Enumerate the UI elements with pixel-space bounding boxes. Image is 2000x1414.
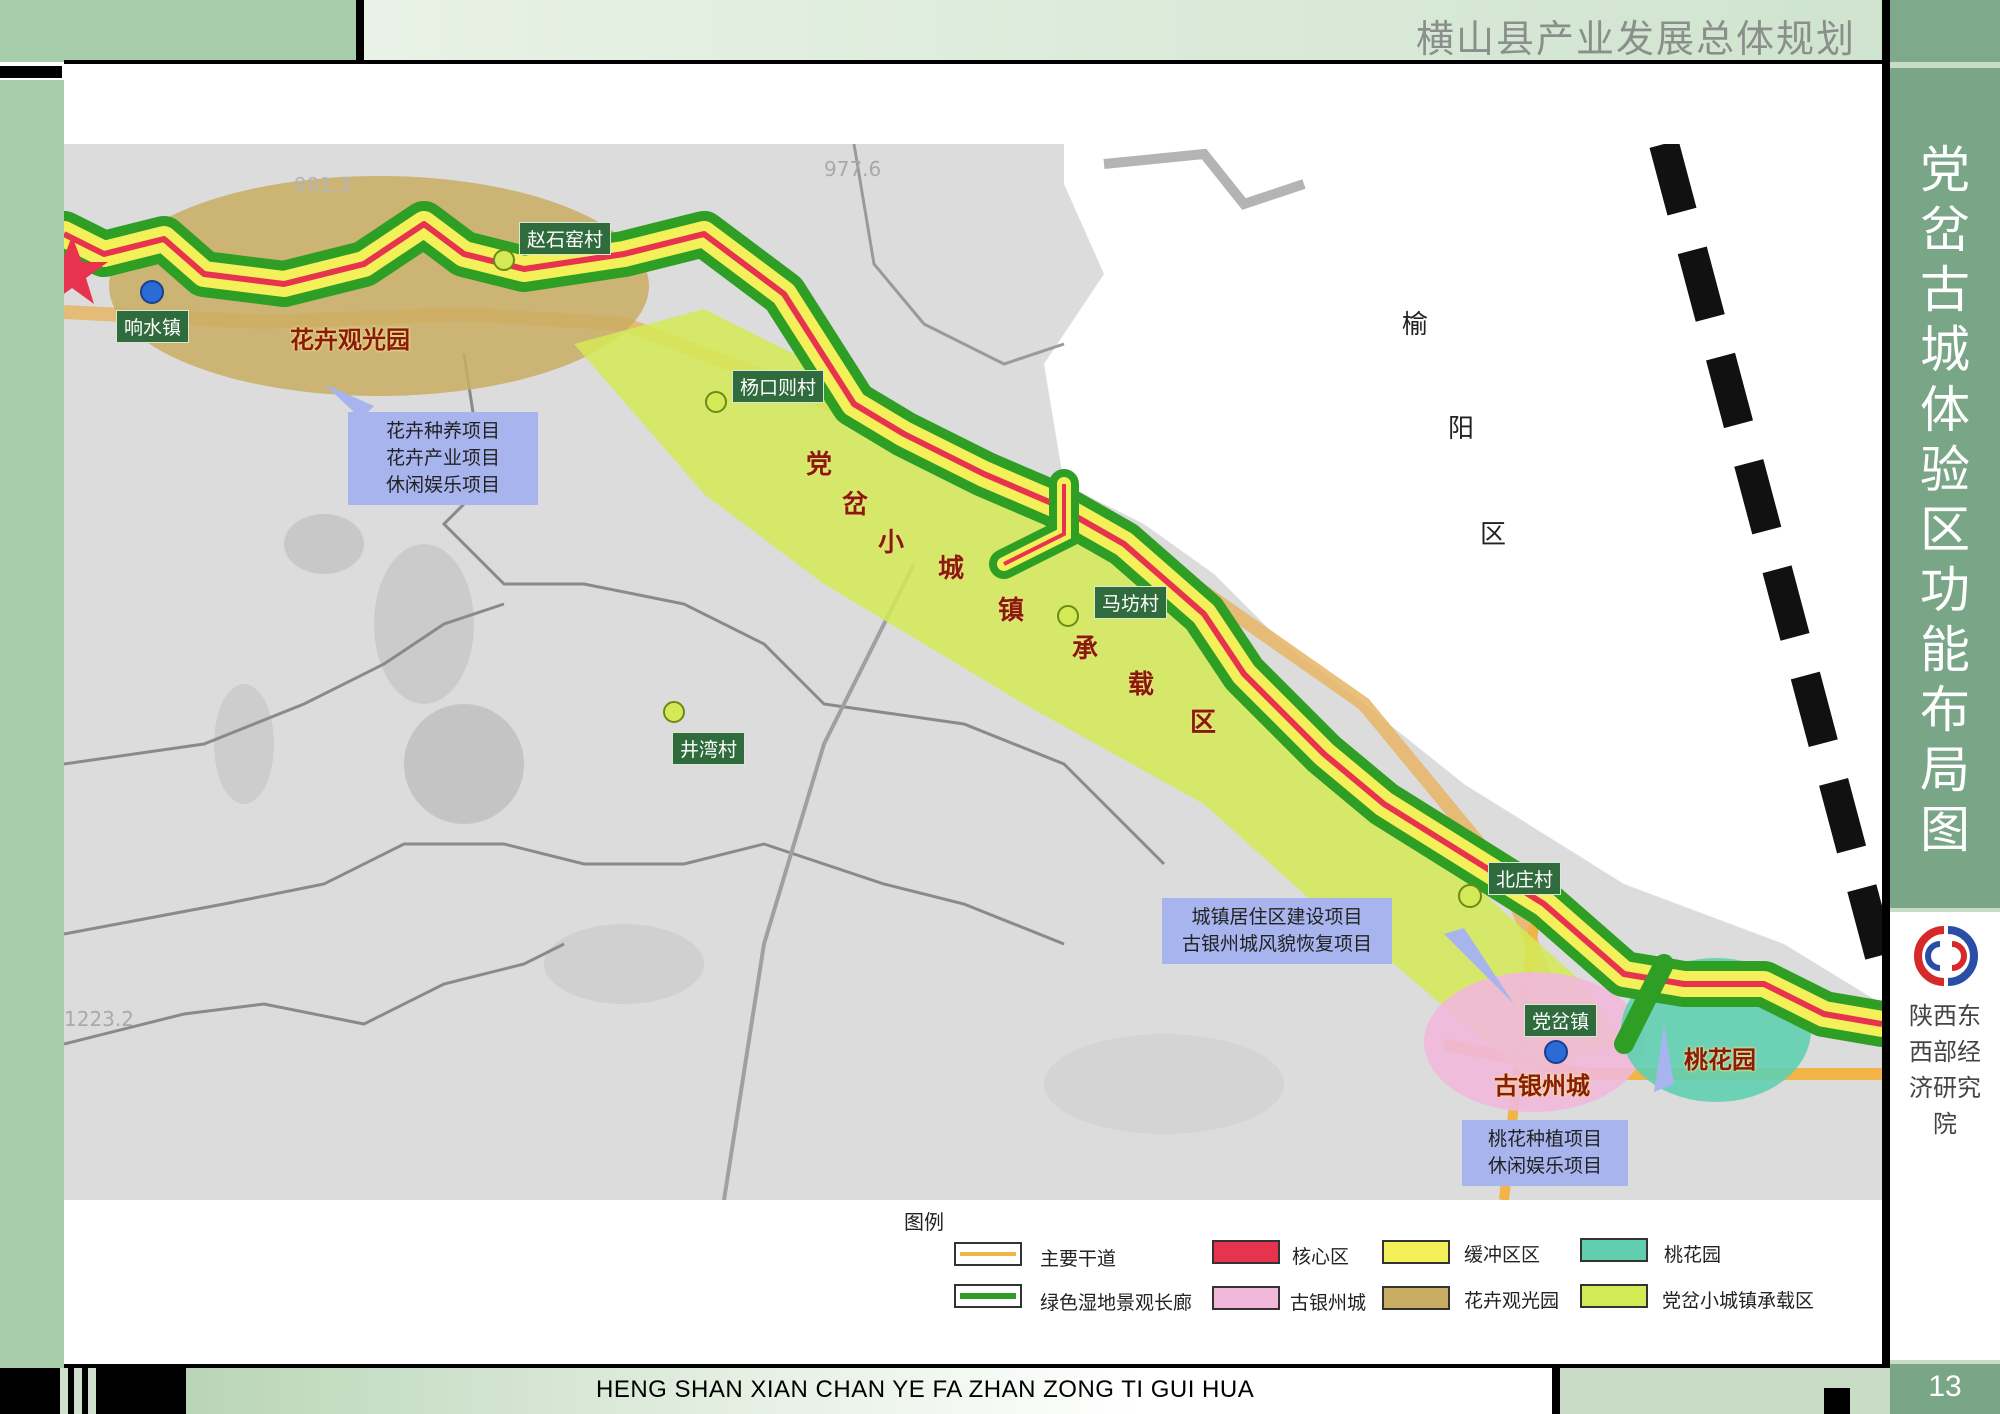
elevation-label: 991.3 bbox=[294, 173, 351, 197]
institute-logo-icon bbox=[1914, 926, 1978, 986]
left-bar-accent bbox=[0, 66, 62, 78]
village-dot[interactable] bbox=[705, 391, 727, 413]
town-label-xiangshui[interactable]: 响水镇 bbox=[116, 310, 190, 343]
footer-stripe bbox=[74, 1368, 82, 1414]
callout-line: 花卉种养项目 bbox=[385, 420, 500, 442]
village-dot[interactable] bbox=[493, 249, 515, 271]
map-title: 党岔古城体验区功能布局图 bbox=[1920, 141, 1970, 859]
region-char: 榆 bbox=[1402, 310, 1429, 340]
legend-swatch-peach bbox=[1580, 1238, 1648, 1262]
callout-line: 桃花种植项目 bbox=[1487, 1128, 1602, 1150]
legend-label: 绿色湿地景观长廊 bbox=[1040, 1292, 1193, 1314]
zone-char: 区 bbox=[1190, 708, 1217, 738]
callout-peach-projects: 桃花种植项目 休闲娱乐项目 bbox=[1462, 1120, 1628, 1186]
village-label-zhaoshiyao[interactable]: 赵石窑村 bbox=[519, 222, 612, 255]
callout-line: 休闲娱乐项目 bbox=[385, 474, 500, 496]
legend-swatch-wetland bbox=[954, 1284, 1022, 1308]
terrain-patch bbox=[214, 684, 274, 804]
village-dot[interactable] bbox=[1057, 605, 1079, 627]
footer-stripe bbox=[60, 1368, 68, 1414]
legend-swatch-ancient-city bbox=[1212, 1286, 1280, 1310]
header-strip-left bbox=[0, 0, 356, 62]
elevation-label: 1223.2 bbox=[64, 1007, 134, 1031]
village-label-mafang[interactable]: 马坊村 bbox=[1094, 586, 1168, 619]
village-label-beizhuang[interactable]: 北庄村 bbox=[1488, 862, 1562, 895]
map[interactable]: 977.6 991.3 1223.2 赵石窑村 杨口则村 马坊村 井湾村 北庄村… bbox=[64, 144, 1882, 1200]
right-top-block bbox=[1890, 0, 2000, 62]
town-dot[interactable] bbox=[140, 280, 164, 304]
header-divider bbox=[356, 0, 364, 62]
legend-label: 主要干道 bbox=[1040, 1248, 1117, 1270]
terrain-patch bbox=[1044, 1034, 1284, 1134]
callout-line: 城镇居住区建设项目 bbox=[1191, 906, 1363, 928]
institute-name: 陕西东西部经济研究院 bbox=[1909, 1002, 1981, 1138]
village-dot[interactable] bbox=[663, 701, 685, 723]
right-divider bbox=[1882, 0, 1890, 1414]
elevation-label: 977.6 bbox=[824, 157, 881, 181]
region-char: 阳 bbox=[1448, 414, 1475, 444]
zone-char: 镇 bbox=[998, 596, 1025, 626]
page-number: 13 bbox=[1928, 1370, 1962, 1403]
callout-town-projects: 城镇居住区建设项目 古银州城风貌恢复项目 bbox=[1162, 898, 1392, 964]
village-label-jingwan[interactable]: 井湾村 bbox=[672, 732, 746, 765]
zone-label-peach-garden: 桃花园 bbox=[1684, 1046, 1756, 1074]
legend-swatch-flower-park bbox=[1382, 1286, 1450, 1310]
zone-char: 城 bbox=[938, 554, 965, 584]
zone-label-flower-park: 花卉观光园 bbox=[290, 326, 410, 354]
legend-label: 缓冲区区 bbox=[1464, 1244, 1541, 1266]
document-title: 横山县产业发展总体规划 bbox=[1415, 17, 1856, 61]
zone-char: 岔 bbox=[842, 490, 869, 520]
zone-char: 承 bbox=[1072, 634, 1099, 664]
zone-label-ancient-city: 古银州城 bbox=[1494, 1072, 1590, 1100]
legend-swatch-small-town bbox=[1580, 1284, 1648, 1308]
village-label-yangkouze[interactable]: 杨口则村 bbox=[732, 370, 825, 403]
callout-flower-projects: 花卉种养项目 花卉产业项目 休闲娱乐项目 bbox=[348, 412, 538, 505]
callout-line: 休闲娱乐项目 bbox=[1487, 1155, 1602, 1177]
legend-label: 古银州城 bbox=[1290, 1292, 1367, 1314]
footer-stripe bbox=[88, 1368, 96, 1414]
zone-char: 载 bbox=[1128, 670, 1155, 700]
left-sidebar bbox=[0, 80, 64, 1370]
callout-line: 花卉产业项目 bbox=[385, 447, 500, 469]
village-dot[interactable] bbox=[1458, 884, 1482, 908]
legend-swatch-main-road bbox=[954, 1242, 1022, 1266]
terrain-patch bbox=[404, 704, 524, 824]
region-char: 区 bbox=[1480, 520, 1507, 550]
terrain-patch bbox=[544, 924, 704, 1004]
legend-label: 花卉观光园 bbox=[1464, 1290, 1560, 1312]
legend-title: 图例 bbox=[904, 1210, 944, 1234]
legend-label: 党岔小城镇承载区 bbox=[1662, 1290, 1815, 1312]
legend-swatch-buffer bbox=[1382, 1240, 1450, 1264]
zone-char: 党 bbox=[806, 450, 833, 480]
footer-square bbox=[1824, 1388, 1850, 1414]
footer-pinyin: HENG SHAN XIAN CHAN YE FA ZHAN ZONG TI G… bbox=[596, 1376, 1255, 1403]
town-dot[interactable] bbox=[1544, 1040, 1568, 1064]
legend-label: 桃花园 bbox=[1664, 1244, 1722, 1266]
legend-label: 核心区 bbox=[1292, 1246, 1350, 1268]
terrain-patch bbox=[374, 544, 474, 704]
legend-swatch-core bbox=[1212, 1240, 1280, 1264]
zone-char: 小 bbox=[878, 528, 905, 558]
footer-divider bbox=[1552, 1368, 1560, 1414]
map-canvas: 977.6 991.3 1223.2 bbox=[64, 144, 1882, 1200]
town-label-dangcha[interactable]: 党岔镇 bbox=[1524, 1004, 1598, 1037]
terrain-patch bbox=[284, 514, 364, 574]
callout-line: 古银州城风貌恢复项目 bbox=[1181, 933, 1372, 955]
